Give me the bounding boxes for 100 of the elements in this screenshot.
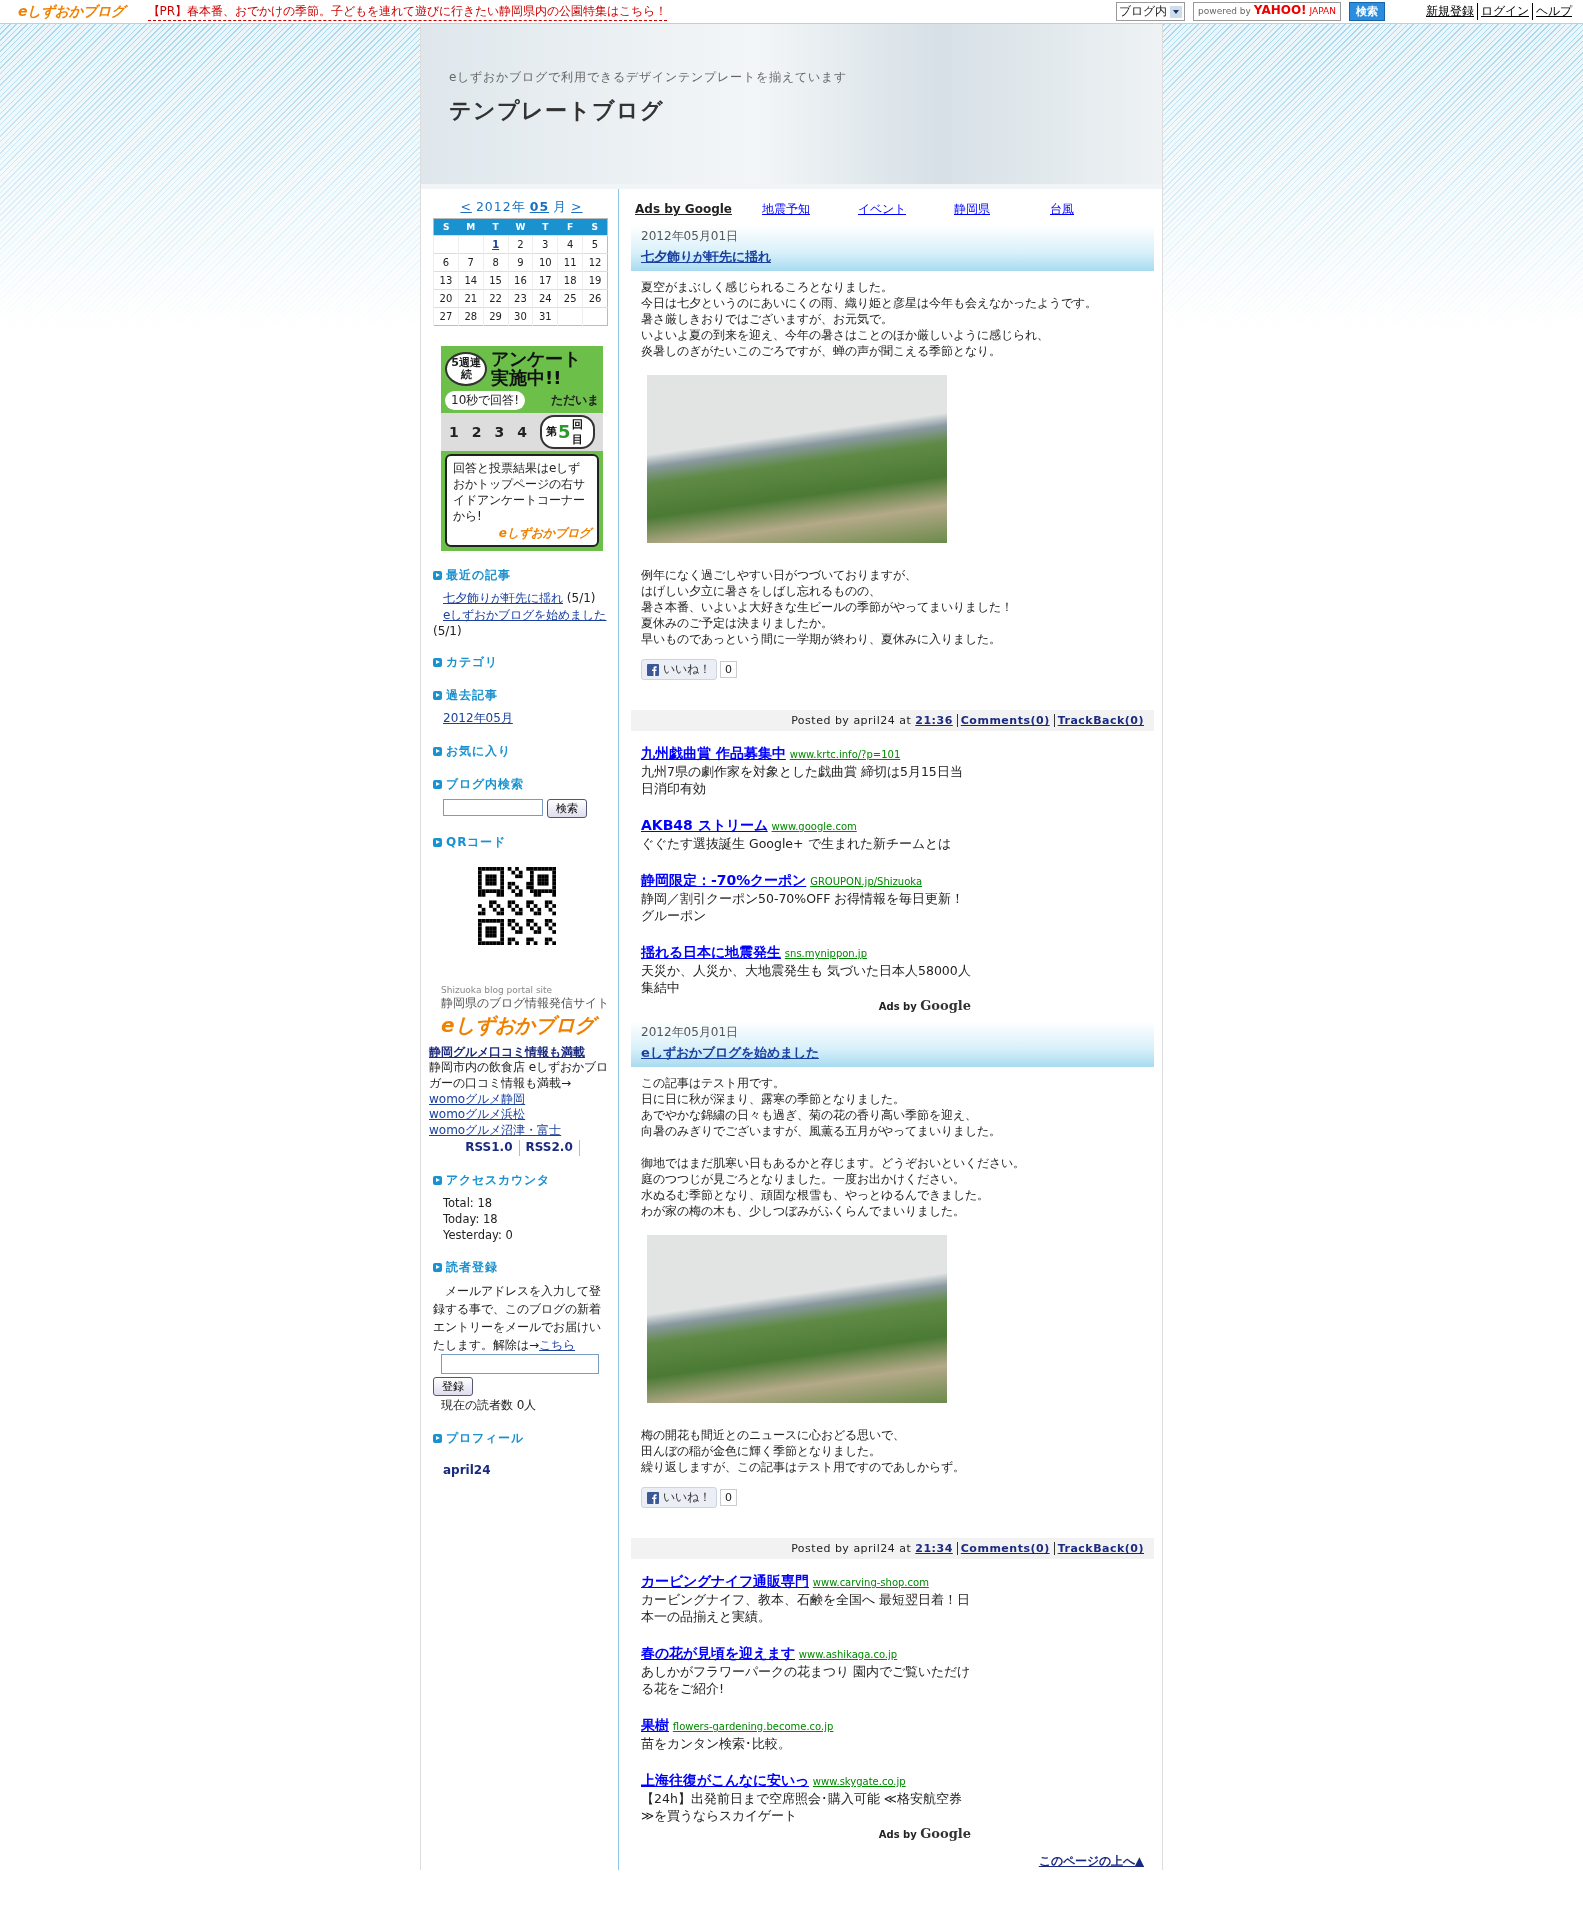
ads-label[interactable]: Ads by Google xyxy=(635,202,732,216)
search-scope-dropdown[interactable]: ブログ内 xyxy=(1116,2,1186,21)
blog-tagline: eしずおかブログで利用できるデザインテンプレートを揃えています xyxy=(449,69,849,86)
rss-link[interactable]: RSS1.0 xyxy=(459,1140,520,1156)
blog-search-button[interactable]: 検索 xyxy=(547,798,587,818)
portal-logo[interactable]: Shizuoka blog portal site 静岡県のブログ情報発信サイト eしずおかブログ xyxy=(441,984,610,1039)
blog-search-field[interactable] xyxy=(443,798,543,816)
ad-url-link[interactable]: GROUPON.jp/Shizuoka xyxy=(810,876,922,887)
banner-headline: アンケート実施中!! xyxy=(491,350,582,388)
ad-keyword-link[interactable]: 静岡県 xyxy=(953,201,1050,218)
posted-by: Posted by april24 at xyxy=(791,1542,912,1555)
ad-title-link[interactable]: カービングナイフ通販専門 xyxy=(641,1573,809,1589)
banner-now-label: ただいま xyxy=(551,391,599,409)
top-link[interactable]: ヘルプ xyxy=(1532,3,1575,20)
ad-title-link[interactable]: 静岡限定：-70%クーポン xyxy=(641,872,807,888)
email-field[interactable] xyxy=(441,1354,599,1375)
gourmet-area-link[interactable]: womoグルメ沼津・富士 xyxy=(429,1122,562,1137)
trackback-link[interactable]: TrackBack(0) xyxy=(1053,1542,1144,1555)
calendar-day: 27 xyxy=(439,311,453,322)
archive-link[interactable]: 2012年05月 xyxy=(443,710,513,725)
calendar-day: 24 xyxy=(538,293,552,304)
widget-title: 過去記事 xyxy=(446,686,498,704)
ad-keyword-link[interactable]: イベント xyxy=(857,201,954,218)
calendar-day: 20 xyxy=(439,293,453,304)
gourmet-area-link[interactable]: womoグルメ浜松 xyxy=(429,1107,526,1122)
profile-name[interactable]: april24 xyxy=(443,1463,610,1478)
post-date: (5/1) xyxy=(566,590,596,605)
post-paragraph: 夏空がまぶしく感じられるころとなりました。 今日は七夕というのにあいにくの雨、織り姫と彦星は今年も会えなかったようです。 暑さ厳しきおりではございますが、お元気で。 いよいよ夏の到来を迎え、今年の暑さはことのほか厳しいように感じられ、 炎暑しのぎがたいこのごろですが、蝉の声が聞こえる季節となり。 xyxy=(641,279,1098,359)
ad-title-link[interactable]: 上海往復がこんなに安いっ xyxy=(641,1772,809,1788)
post-date: (5/1) xyxy=(433,623,462,638)
subscribe-button[interactable]: 登録 xyxy=(433,1377,473,1397)
calendar-day-link[interactable]: 1 xyxy=(492,239,500,250)
calendar-day: 12 xyxy=(588,257,602,268)
calendar-day: 28 xyxy=(464,311,478,322)
post-title[interactable]: eしずおかブログを始めました xyxy=(641,1044,819,1062)
trackback-link[interactable]: TrackBack(0) xyxy=(1053,714,1144,727)
counter-line: Yesterday: 0 xyxy=(443,1227,514,1244)
search-field[interactable]: powered by YAHOO! JAPAN xyxy=(1193,2,1341,21)
calendar-day: 9 xyxy=(517,257,524,268)
ad-title-link[interactable]: 揺れる日本に地震発生 xyxy=(641,944,781,960)
comments-link[interactable]: Comments(0) xyxy=(956,714,1050,727)
unsubscribe-link[interactable]: こちら xyxy=(539,1338,576,1353)
ad-keyword-link[interactable]: 地震予知 xyxy=(761,201,858,218)
like-button[interactable]: いいね！ xyxy=(641,659,717,680)
post-paragraph: 御地ではまだ肌寒い日もあるかと存じます。どうぞおいといください。 庭のつつじが見ごろとなりました。一度お出かけください。 水ぬるむ季節となり、頑固な根雪も、やっとゆるんできました。 わが家の梅の木も、少しつぼみがふくらんでまいりました。 xyxy=(641,1155,1026,1219)
weekday-header: M xyxy=(458,218,484,236)
pr-link[interactable]: 【PR】春本番、おでかけの季節。子どもを連れて遊びに行きたい静岡県内の公園特集はこちら！ xyxy=(147,2,668,21)
ad-url-link[interactable]: www.google.com xyxy=(771,821,857,832)
recent-post-link[interactable]: 七夕飾りが軒先に揺れ xyxy=(443,590,563,605)
ad-url-link[interactable]: sns.mynippon.jp xyxy=(784,948,867,959)
ad-description: 【24h】出発前日まで空席照会･購入可能 ≪格安航空券≫を買うならスカイゲート xyxy=(641,1790,963,1824)
calendar-month-link[interactable]: 05 xyxy=(529,199,550,216)
like-count: 0 xyxy=(720,661,737,678)
widget-title: カテゴリ xyxy=(446,653,498,671)
ad-description: 静岡／割引クーポン50-70%OFF お得情報を毎日更新！グルーポン xyxy=(641,890,966,924)
prev-month-link[interactable]: < xyxy=(460,199,472,216)
ad-url-link[interactable]: www.carving-shop.com xyxy=(812,1577,929,1588)
like-button[interactable]: いいね！ xyxy=(641,1487,717,1508)
portal-subtitle: 静岡県のブログ情報発信サイト xyxy=(441,995,610,1012)
top-link[interactable]: ログイン xyxy=(1477,3,1532,20)
like-count: 0 xyxy=(720,1489,737,1506)
blog-title[interactable]: テンプレートブログ xyxy=(449,96,1162,126)
calendar-day: 25 xyxy=(563,293,577,304)
top-link[interactable]: 新規登録 xyxy=(1423,3,1477,20)
calendar-day: 2 xyxy=(517,239,524,250)
ads-by-google[interactable]: Ads by Google xyxy=(641,998,971,1013)
ad-title-link[interactable]: AKB48 ストリーム xyxy=(641,817,768,833)
ad-keyword-link[interactable]: 台風 xyxy=(1049,201,1146,218)
ad-description: 九州7県の劇作家を対象とした戯曲賞 締切は5月15日当日消印有効 xyxy=(641,763,964,797)
ad-description: 苗をカンタン検索･比較。 xyxy=(641,1735,792,1752)
post-paragraph: 梅の開花も間近とのニュースに心おどる思いで、 田んぼの稲が金色に輝く季節となりました。 繰り返しますが、この記事はテスト用ですのであしからず。 xyxy=(641,1427,966,1475)
page-top-link[interactable]: このページの上へ▲ xyxy=(1038,1854,1144,1868)
ad-title-link[interactable]: 果樹 xyxy=(641,1717,669,1733)
ad-url-link[interactable]: flowers-gardening.become.co.jp xyxy=(672,1721,834,1732)
ad-title-link[interactable]: 春の花が見頃を迎えます xyxy=(641,1645,795,1661)
calendar-day: 19 xyxy=(588,275,602,286)
ad-url-link[interactable]: www.skygate.co.jp xyxy=(812,1776,906,1787)
rss-link[interactable]: RSS2.0 xyxy=(519,1140,580,1156)
post-date: 2012年05月01日 xyxy=(641,228,740,245)
ads-by-google[interactable]: Ads by Google xyxy=(641,1826,971,1841)
recent-post-link[interactable]: eしずおかブログを始めました xyxy=(443,607,607,622)
post-time-link[interactable]: 21:36 xyxy=(915,714,953,727)
facebook-icon xyxy=(647,1491,659,1504)
comments-link[interactable]: Comments(0) xyxy=(956,1542,1050,1555)
ad-url-link[interactable]: www.ashikaga.co.jp xyxy=(798,1649,898,1660)
round-number: 3 xyxy=(494,423,505,440)
post-time-link[interactable]: 21:34 xyxy=(915,1542,953,1555)
search-button[interactable]: 検索 xyxy=(1349,2,1385,21)
round-number: 2 xyxy=(471,423,482,440)
calendar-day: 16 xyxy=(514,275,527,286)
post-title[interactable]: 七夕飾りが軒先に揺れ xyxy=(641,248,771,266)
next-month-link[interactable]: > xyxy=(571,199,583,216)
weekday-header: F xyxy=(557,218,583,236)
gourmet-area-link[interactable]: womoグルメ静岡 xyxy=(429,1091,526,1106)
widget-title: 読者登録 xyxy=(446,1259,498,1277)
ad-url-link[interactable]: www.krtc.info/?p=101 xyxy=(789,749,901,760)
gourmet-link[interactable]: 静岡グルメ口コミ情報も満載 xyxy=(429,1044,585,1059)
weekday-header: S xyxy=(582,218,608,236)
subscriber-count: 現在の読者数 0人 xyxy=(441,1397,538,1415)
ad-title-link[interactable]: 九州戯曲賞 作品募集中 xyxy=(641,745,786,761)
